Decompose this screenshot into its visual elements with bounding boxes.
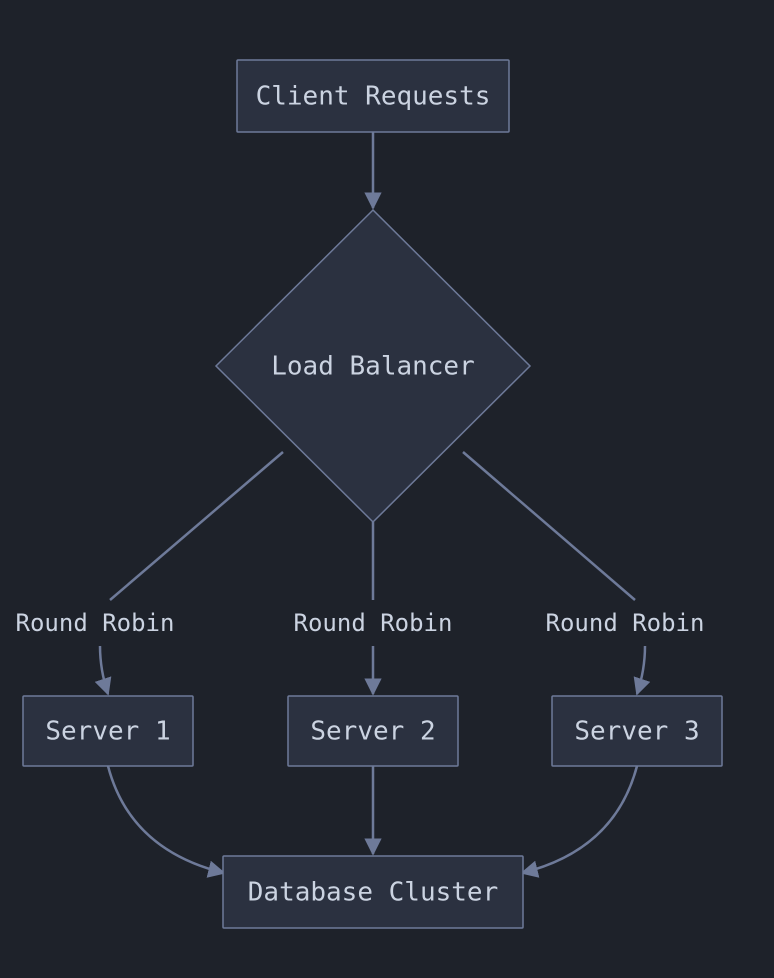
node-server-3: Server 3 — [552, 696, 722, 766]
node-database-cluster: Database Cluster — [223, 856, 523, 928]
node-server-2: Server 2 — [288, 696, 458, 766]
node-server3-label: Server 3 — [574, 717, 699, 747]
edge-label-lb-s2: Round Robin — [294, 609, 453, 637]
edge-label-lb-s1: Round Robin — [16, 609, 175, 637]
node-server2-label: Server 2 — [310, 717, 435, 747]
edge-lb-to-server3-segment2 — [637, 646, 645, 694]
node-client-label: Client Requests — [256, 82, 491, 112]
node-db-label: Database Cluster — [248, 878, 498, 908]
architecture-diagram: Round Robin Round Robin Round Robin Clie… — [0, 0, 774, 978]
node-server-1: Server 1 — [23, 696, 193, 766]
edge-lb-to-server1-segment1 — [110, 452, 283, 600]
edge-server1-to-db — [108, 766, 224, 873]
edge-server3-to-db — [522, 766, 637, 873]
node-server1-label: Server 1 — [45, 717, 170, 747]
node-lb-label: Load Balancer — [271, 352, 475, 382]
edge-lb-to-server1-segment2 — [100, 646, 108, 694]
edge-lb-to-server3-segment1 — [463, 452, 635, 600]
node-load-balancer: Load Balancer — [216, 210, 530, 522]
edge-label-lb-s3: Round Robin — [546, 609, 705, 637]
node-client-requests: Client Requests — [237, 60, 509, 132]
